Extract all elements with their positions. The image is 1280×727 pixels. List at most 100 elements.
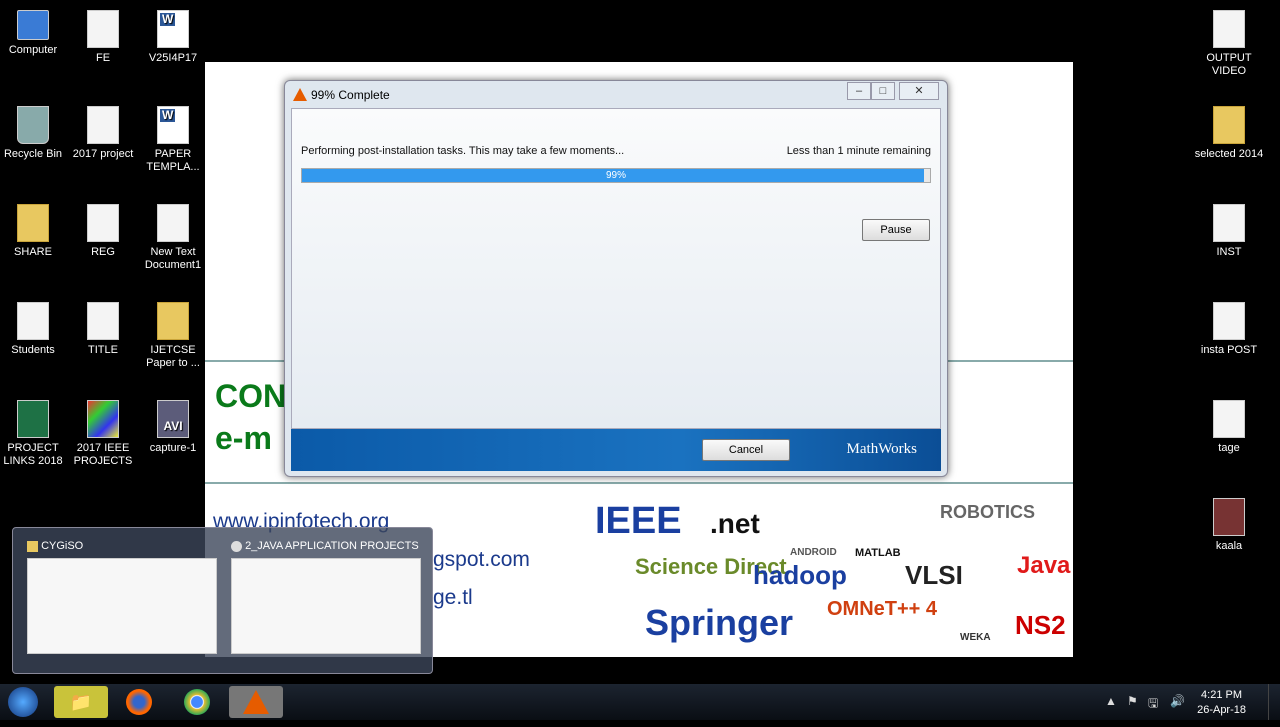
heading-text: e-m — [215, 420, 272, 456]
folder-icon — [27, 540, 38, 552]
taskbar-explorer[interactable]: 📁 — [54, 686, 108, 718]
time: 4:21 PM — [1201, 689, 1243, 701]
desktop-icon[interactable]: kaala — [1194, 498, 1264, 553]
icon-label: Recycle Bin — [3, 148, 63, 160]
multi-icon — [87, 400, 119, 438]
matlab-logo-icon — [293, 88, 307, 101]
taskbar-firefox[interactable] — [112, 686, 166, 718]
status-text: Performing post-installation tasks. This… — [301, 145, 625, 157]
icon-label: TITLE — [88, 344, 118, 356]
cancel-button[interactable]: Cancel — [702, 439, 790, 461]
preview-thumbnail — [231, 558, 421, 654]
icon-label: selected 2014 — [1194, 148, 1264, 160]
folder-icon — [1213, 106, 1245, 144]
progress-bar: 99% — [301, 168, 931, 183]
desktop-icon[interactable]: Students — [0, 302, 68, 357]
dialog-body: Performing post-installation tasks. This… — [291, 108, 941, 429]
logo: ROBOTICS — [940, 502, 1036, 522]
dialog-title: 99% Complete — [311, 88, 390, 102]
icon-label: IJETCSE Paper to ... — [146, 344, 200, 369]
doc-icon — [87, 106, 119, 144]
icon-label: REG — [91, 246, 115, 258]
icon-label: PAPER TEMPLA... — [146, 148, 200, 173]
desktop-icon[interactable]: tage — [1194, 400, 1264, 455]
firefox-icon — [126, 689, 152, 715]
desktop-icon[interactable]: PROJECT LINKS 2018 — [0, 400, 68, 468]
desktop-icon[interactable]: Recycle Bin — [0, 106, 68, 161]
avi-icon: AVI — [157, 400, 189, 438]
icon-label: 2017 IEEE PROJECTS — [73, 442, 133, 467]
logo: hadoop — [753, 560, 847, 590]
doc-icon — [157, 204, 189, 242]
desktop-icon[interactable]: AVI capture-1 — [138, 400, 208, 455]
start-button[interactable] — [0, 686, 46, 718]
desktop-icon[interactable]: INST — [1194, 204, 1264, 259]
desktop-icon[interactable]: REG — [68, 204, 138, 259]
maximize-button[interactable]: □ — [871, 82, 895, 100]
progress-label: 99% — [605, 170, 626, 181]
matlab-icon — [243, 690, 269, 714]
desktop-icon[interactable]: Computer — [0, 10, 68, 57]
preview-title: 2_JAVA APPLICATION PROJECTS — [245, 540, 419, 552]
logo: IEEE — [595, 500, 682, 542]
heading-text: CON — [215, 378, 287, 414]
desktop-icon[interactable]: V25I4P17 — [138, 10, 208, 65]
blog-url: gspot.com — [433, 548, 530, 571]
word-icon — [157, 106, 189, 144]
doc-icon — [1213, 10, 1245, 48]
desktop-icon[interactable]: IJETCSE Paper to ... — [138, 302, 208, 370]
icon-label: New Text Document1 — [144, 246, 202, 271]
desktop-icon[interactable]: TITLE — [68, 302, 138, 357]
preview-window[interactable]: CYGiSO — [27, 540, 217, 654]
icon-label: INST — [1216, 246, 1242, 258]
icon-label: Computer — [8, 44, 58, 56]
windows-logo-icon — [8, 687, 38, 717]
divider — [205, 482, 1073, 484]
doc-icon — [1213, 204, 1245, 242]
desktop-icon[interactable]: FE — [68, 10, 138, 65]
preview-window[interactable]: 2_JAVA APPLICATION PROJECTS — [231, 540, 421, 654]
icon-label: SHARE — [14, 246, 52, 258]
preview-thumbnail — [27, 558, 217, 654]
desktop-icon[interactable]: PAPER TEMPLA... — [138, 106, 208, 174]
short-url: ge.tl — [433, 586, 473, 609]
taskbar-preview: CYGiSO 2_JAVA APPLICATION PROJECTS — [12, 527, 433, 674]
desktop-icon[interactable]: insta POST — [1194, 302, 1264, 357]
desktop-icon[interactable]: 2017 IEEE PROJECTS — [68, 400, 138, 468]
taskbar-matlab[interactable] — [229, 686, 283, 718]
desktop-icon[interactable]: New Text Document1 — [138, 204, 208, 272]
icon-label: kaala — [1215, 540, 1243, 552]
taskbar-chrome[interactable] — [170, 686, 224, 718]
chrome-icon — [184, 689, 210, 715]
folder-icon — [157, 302, 189, 340]
date: 26-Apr-18 — [1197, 704, 1246, 716]
desktop-icon[interactable]: SHARE — [0, 204, 68, 259]
pause-button[interactable]: Pause — [862, 219, 930, 241]
show-desktop-button[interactable] — [1268, 684, 1280, 720]
logo: .net — [710, 508, 760, 539]
logo: OMNeT++ 4 — [827, 598, 938, 620]
doc-icon — [1213, 400, 1245, 438]
install-progress-dialog: 99% Complete – □ ✕ Performing post-insta… — [284, 80, 948, 477]
folder-icon — [17, 204, 49, 242]
desktop-icon[interactable]: 2017 project — [68, 106, 138, 161]
clock[interactable]: 4:21 PM 26-Apr-18 — [1197, 688, 1246, 718]
logo: WEKA — [960, 632, 991, 643]
doc-icon — [87, 204, 119, 242]
minimize-button[interactable]: – — [847, 82, 871, 100]
action-center-flag-icon[interactable]: ⚑ — [1127, 694, 1138, 708]
network-icon[interactable]: 🖫 — [1148, 694, 1158, 715]
volume-icon[interactable]: 🔊 — [1170, 694, 1185, 708]
icon-label: insta POST — [1200, 344, 1258, 356]
close-button[interactable]: ✕ — [899, 82, 939, 100]
word-icon — [157, 10, 189, 48]
pc-icon — [17, 10, 49, 40]
doc-icon — [87, 302, 119, 340]
logo: ANDROID — [790, 547, 837, 558]
desktop-icon[interactable]: OUTPUT VIDEO — [1194, 10, 1264, 78]
show-hidden-icons[interactable]: ▲ — [1105, 694, 1117, 708]
logo: Java — [1017, 552, 1071, 579]
desktop-icon[interactable]: selected 2014 — [1194, 106, 1264, 161]
icon-label: FE — [95, 52, 111, 64]
folder-icon: 📁 — [69, 692, 93, 712]
